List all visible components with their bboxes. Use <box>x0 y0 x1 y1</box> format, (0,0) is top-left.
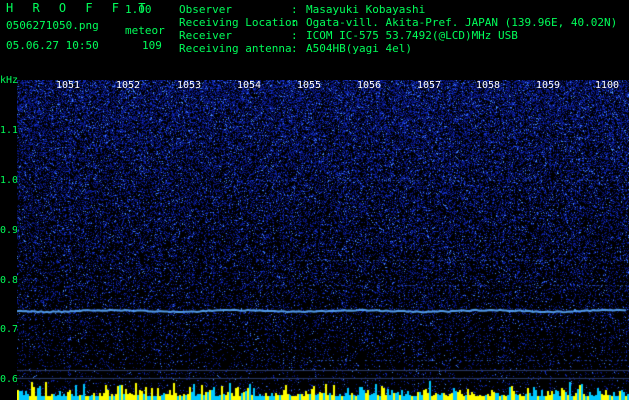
location-value: Ogata-vill. Akita-Pref. JAPAN (139.96E, … <box>306 16 618 29</box>
time-tick-label: 1053 <box>177 80 202 91</box>
mode-label: meteor <box>125 24 165 37</box>
spectrogram-display[interactable] <box>17 80 629 400</box>
time-tick-label: 1052 <box>116 80 141 91</box>
freq-tick-label: 0.9 <box>0 225 19 236</box>
freq-tick-label: 0.7 <box>0 324 19 335</box>
time-tick-label: 1055 <box>297 80 322 91</box>
colon: : <box>291 29 298 42</box>
antenna-value: A504HB(yagi 4el) <box>306 42 412 55</box>
freq-unit-label: kHz <box>0 75 19 86</box>
time-tick-label: 1100 <box>595 80 620 91</box>
capture-datetime: 05.06.27 10:50 <box>6 39 99 52</box>
receiver-label: Receiver <box>179 29 232 42</box>
time-tick-label: 1056 <box>357 80 382 91</box>
freq-tick-label: 0.6 <box>0 374 19 385</box>
time-tick-label: 1058 <box>476 80 501 91</box>
colon: : <box>291 42 298 55</box>
colon: : <box>291 3 298 16</box>
meteor-count: 109 <box>142 39 162 52</box>
observer-value: Masayuki Kobayashi <box>306 3 426 16</box>
freq-tick-label: 0.8 <box>0 275 19 286</box>
location-label: Receiving Location <box>179 16 299 29</box>
time-tick-label: 1057 <box>417 80 442 91</box>
colon: : <box>291 16 298 29</box>
freq-tick-label: 1.0 <box>0 175 19 186</box>
observer-label: Observer <box>179 3 232 16</box>
app-version: 1.00 <box>125 3 152 16</box>
receiver-value: ICOM IC-575 53.7492(@LCD)MHz USB <box>306 29 518 42</box>
time-tick-label: 1059 <box>536 80 561 91</box>
antenna-label: Receiving antenna <box>179 42 292 55</box>
time-tick-label: 1051 <box>56 80 81 91</box>
freq-tick-label: 1.1 <box>0 125 19 136</box>
file-name: 0506271050.png <box>6 19 99 32</box>
time-tick-label: 1054 <box>237 80 262 91</box>
